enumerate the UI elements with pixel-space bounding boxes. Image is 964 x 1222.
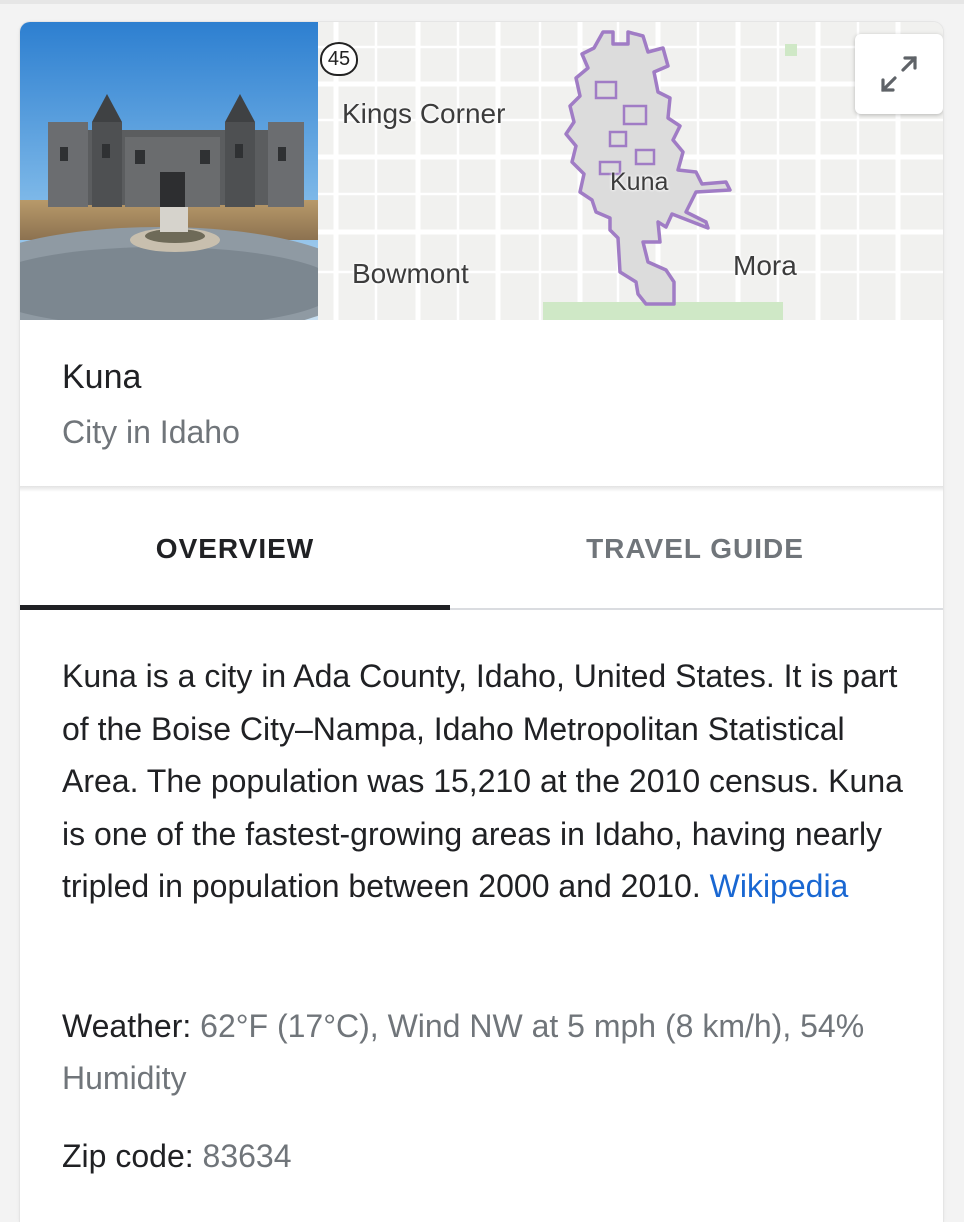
location-map[interactable]: 45 Kings Corner Kuna Bowmont Mora xyxy=(318,22,943,320)
entity-subtitle: City in Idaho xyxy=(62,414,240,450)
active-tab-indicator xyxy=(20,605,450,610)
knowledge-panel-card: 45 Kings Corner Kuna Bowmont Mora Kuna C… xyxy=(20,22,943,1222)
tab-overview[interactable]: OVERVIEW xyxy=(20,492,450,606)
map-label-kuna: Kuna xyxy=(610,168,669,196)
zip-code-value: 83634 xyxy=(202,1138,292,1174)
weather-fact: Weather: 62°F (17°C), Wind NW at 5 mph (… xyxy=(62,1000,912,1104)
map-label-mora: Mora xyxy=(733,250,797,281)
expand-arrows-icon xyxy=(881,56,917,92)
top-divider xyxy=(0,0,964,4)
wikipedia-link[interactable]: Wikipedia xyxy=(710,868,849,904)
entity-header: Kuna City in Idaho xyxy=(20,320,943,486)
route-45-shield: 45 xyxy=(320,42,358,76)
castle-photo-image xyxy=(20,22,318,320)
weather-label[interactable]: Weather: xyxy=(62,1008,200,1044)
map-label-bowmont: Bowmont xyxy=(352,258,469,289)
castle-photo[interactable] xyxy=(20,22,318,320)
expand-map-button[interactable] xyxy=(855,34,943,114)
overview-description: Kuna is a city in Ada County, Idaho, Uni… xyxy=(62,650,912,913)
zip-code-label[interactable]: Zip code: xyxy=(62,1138,203,1174)
hero-media: 45 Kings Corner Kuna Bowmont Mora xyxy=(20,22,943,320)
tab-travel-guide[interactable]: TRAVEL GUIDE xyxy=(480,492,910,606)
entity-title: Kuna xyxy=(62,358,142,396)
map-label-kings-corner: Kings Corner xyxy=(342,98,506,129)
tab-bar: OVERVIEW TRAVEL GUIDE xyxy=(20,492,943,610)
zip-code-fact: Zip code: 83634 xyxy=(62,1130,912,1182)
